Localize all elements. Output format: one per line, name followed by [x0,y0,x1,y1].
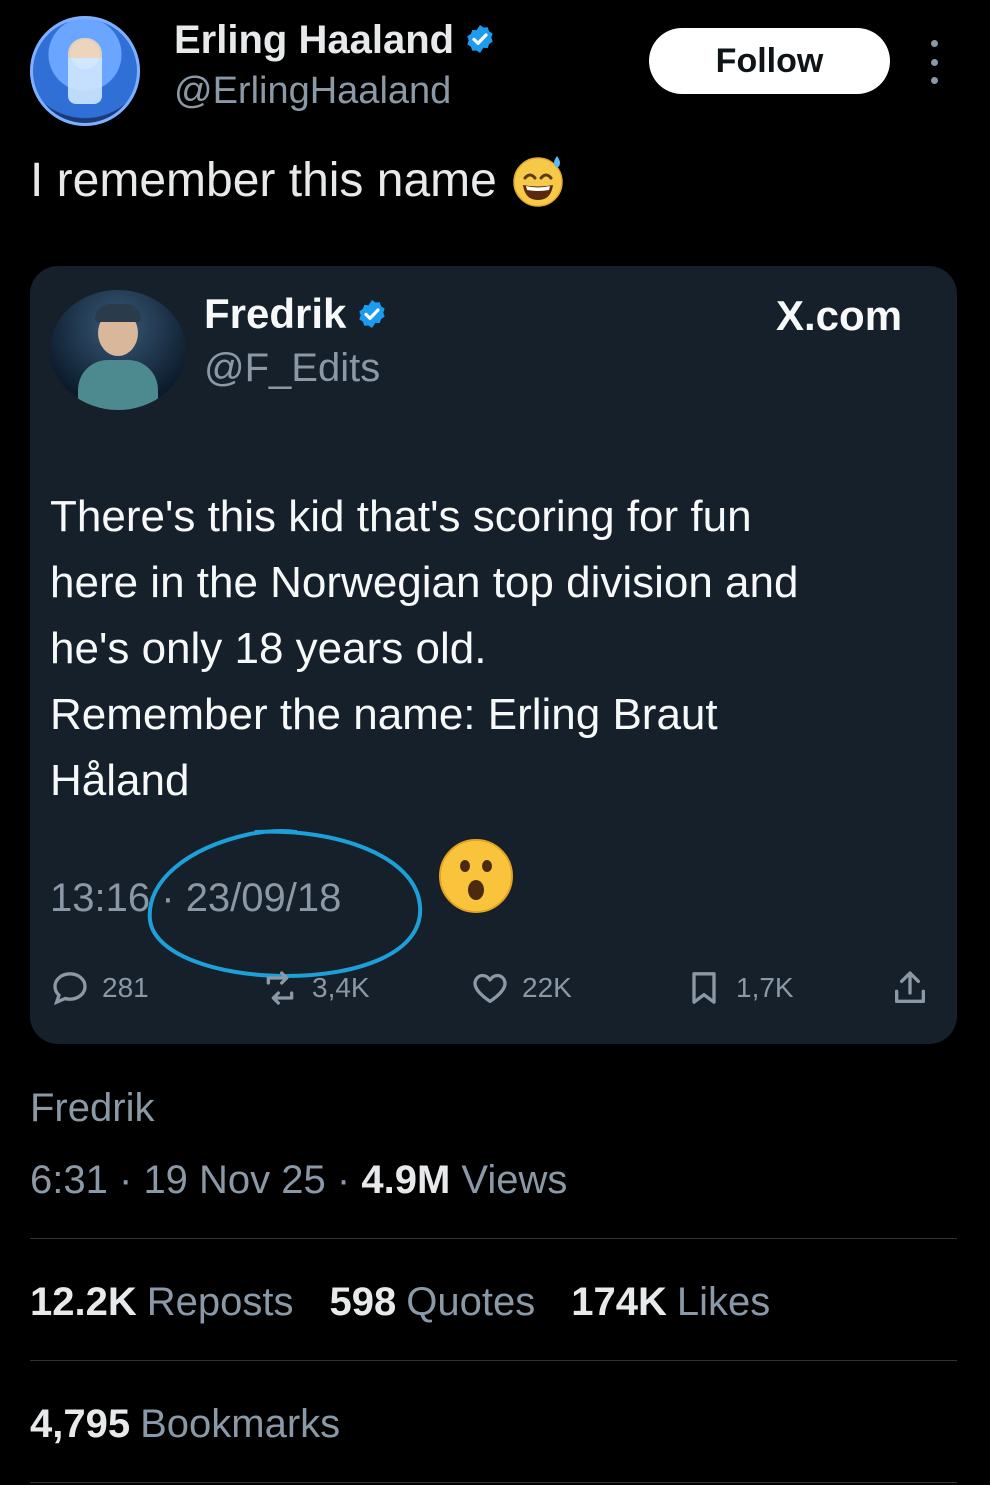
post-meta: 6:31 · 19 Nov 25 · 4.9M Views [30,1158,567,1203]
like-button[interactable]: 22K [470,968,572,1008]
reposts-count: 12.2K [30,1280,137,1324]
hand-drawn-circle-annotation [147,828,423,979]
quoted-author-avatar[interactable] [50,290,186,410]
quoted-tweet-text: There's this kid that's scoring for fun … [50,492,799,805]
quoted-author-name-text: Fredrik [204,290,347,337]
verified-badge-icon [359,299,386,328]
share-icon [895,971,925,1003]
footer-author-name[interactable]: Fredrik [30,1086,154,1131]
author-name[interactable]: Erling Haaland [174,18,496,63]
post-time[interactable]: 6:31 [30,1158,108,1202]
verified-badge-icon [467,25,493,54]
views-label: Views [461,1158,568,1202]
likes-count: 174K [571,1280,667,1324]
likes-label: Likes [676,1280,771,1324]
quoted-author-name[interactable]: Fredrik [204,290,388,338]
astonished-emoji-icon [439,839,513,913]
quoted-author-handle[interactable]: @F_Edits [204,346,380,391]
reposts-stat[interactable]: 12.2K Reposts [30,1280,294,1325]
meta-separator: · [118,1158,133,1202]
repost-button[interactable]: 3,4K [260,968,370,1008]
bookmarks-stat[interactable]: 4,795 Bookmarks [30,1402,340,1447]
repost-count: 3,4K [312,972,370,1003]
bookmark-count: 1,7K [736,972,794,1003]
reposts-label: Reposts [146,1280,294,1324]
quoted-time: 13:16 [50,876,151,920]
author-handle[interactable]: @ErlingHaaland [174,70,451,113]
engagement-stats: 12.2K Reposts 598 Quotes 174K Likes [30,1280,770,1325]
share-button[interactable] [890,968,930,1008]
tweet-text-content: I remember this name [30,153,497,207]
like-count: 22K [522,972,572,1003]
bookmark-button[interactable]: 1,7K [684,968,794,1008]
quotes-label: Quotes [406,1280,536,1324]
meta-separator: · [336,1158,351,1202]
tweet-text: I remember this name [30,152,567,208]
reply-button[interactable]: 281 [50,968,149,1008]
divider [30,1360,957,1361]
divider [30,1238,957,1239]
reply-icon [53,972,87,1006]
author-avatar[interactable] [30,16,140,126]
repost-icon [266,971,294,1005]
quotes-count: 598 [329,1280,397,1324]
reply-count: 281 [102,972,149,1003]
quoted-action-bar: 281 3,4K 22K 1,7K [50,968,940,1016]
bookmarks-count: 4,795 [30,1402,131,1446]
likes-stat[interactable]: 174K Likes [571,1280,770,1325]
post-date[interactable]: 19 Nov 25 [143,1158,325,1202]
quotes-stat[interactable]: 598 Quotes [330,1280,536,1325]
follow-button[interactable]: Follow [649,28,890,94]
bookmarks-label: Bookmarks [140,1402,341,1446]
grinning-sweat-emoji-icon [513,156,563,207]
more-options-icon[interactable] [920,40,948,84]
views-count: 4.9M [361,1158,451,1202]
heart-icon [473,973,507,1003]
bookmark-icon [692,972,716,1004]
author-name-text: Erling Haaland [174,18,455,62]
site-label: X.com [776,292,903,339]
divider [30,1482,957,1483]
